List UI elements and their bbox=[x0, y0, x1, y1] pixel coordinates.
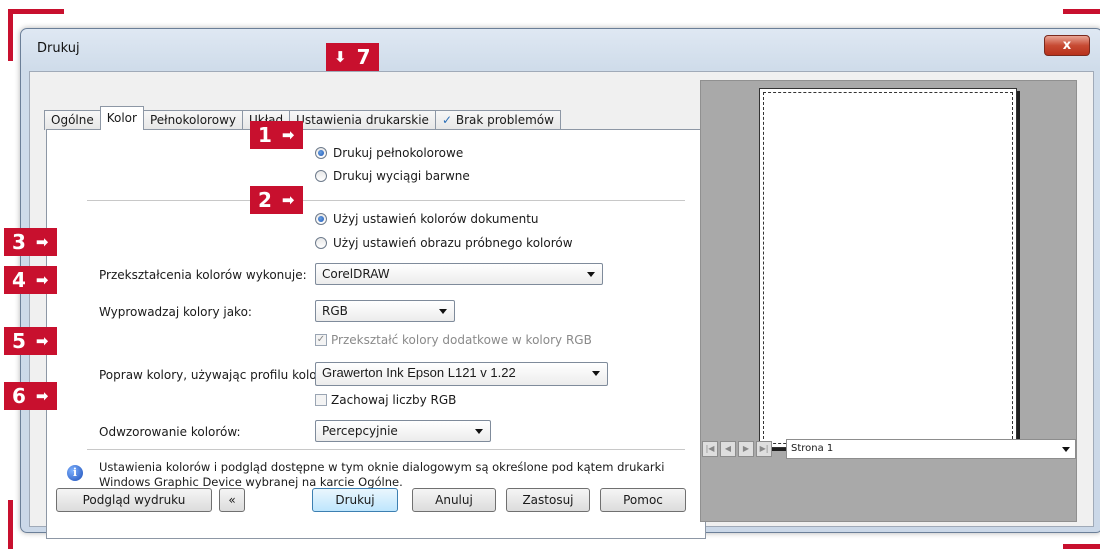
info-text-line1: Ustawienia kolorów i podgląd dostępne w … bbox=[99, 460, 665, 474]
close-button[interactable]: x bbox=[1044, 35, 1090, 56]
print-dialog: Drukuj x Ogólne Kolor Pełnokolorowy Ukła… bbox=[20, 28, 1100, 539]
arrow-right-icon: ➡ bbox=[35, 387, 49, 405]
tab-issues[interactable]: ✓ Brak problemów bbox=[434, 110, 561, 130]
preview-nav-bar: |◀ ◀ ▶ ▶| Strona 1 bbox=[700, 438, 1077, 460]
conversion-value: CorelDRAW bbox=[322, 267, 390, 281]
badge-number: 3 bbox=[12, 230, 26, 254]
conversion-dropdown[interactable]: CorelDRAW bbox=[315, 263, 603, 285]
arrow-right-icon: ➡ bbox=[281, 191, 295, 209]
radio-print-composite[interactable]: Drukuj pełnokolorowe bbox=[315, 146, 463, 160]
color-settings-panel: Drukuj pełnokolorowe Drukuj wyciągi barw… bbox=[46, 129, 706, 539]
checkbox-label: Przekształć kolory dodatkowe w kolory RG… bbox=[331, 333, 592, 347]
convert-spot-checkbox[interactable]: ✓ Przekształć kolory dodatkowe w kolory … bbox=[315, 333, 592, 347]
chevron-down-icon bbox=[592, 371, 600, 376]
apply-button[interactable]: Zastosuj bbox=[506, 488, 590, 512]
checkbox-checked-icon: ✓ bbox=[315, 334, 327, 346]
tab-color[interactable]: Kolor bbox=[99, 106, 144, 130]
chevron-down-icon bbox=[1062, 447, 1070, 452]
print-button[interactable]: Drukuj bbox=[312, 488, 398, 512]
section-divider bbox=[87, 449, 685, 450]
radio-label: Użyj ustawień obrazu próbnego kolorów bbox=[333, 236, 573, 250]
radio-indicator bbox=[315, 170, 327, 182]
arrow-right-icon: ➡ bbox=[35, 233, 49, 251]
output-colors-label: Wyprowadzaj kolory jako: bbox=[99, 305, 252, 319]
tab-issues-label: Brak problemów bbox=[455, 113, 554, 127]
corner-mark-bl bbox=[8, 500, 13, 549]
arrow-right-icon: ➡ bbox=[281, 126, 295, 144]
radio-print-separations[interactable]: Drukuj wyciągi barwne bbox=[315, 169, 470, 183]
info-text-line2: Windows Graphic Device wybranej na karci… bbox=[99, 475, 403, 489]
section-divider bbox=[87, 200, 685, 201]
corner-mark-tl bbox=[8, 9, 64, 14]
arrow-down-icon: ⬇ bbox=[334, 48, 347, 66]
radio-label: Użyj ustawień kolorów dokumentu bbox=[333, 212, 539, 226]
printable-area-outline bbox=[763, 92, 1013, 444]
chevron-down-icon bbox=[439, 309, 447, 314]
page-selector[interactable]: Strona 1 bbox=[786, 439, 1076, 459]
keep-rgb-checkbox[interactable]: Zachowaj liczby RGB bbox=[315, 393, 456, 407]
output-colors-value: RGB bbox=[322, 304, 348, 318]
first-page-icon[interactable]: |◀ bbox=[702, 441, 718, 457]
badge-number: 5 bbox=[12, 329, 26, 353]
badge-number: 4 bbox=[12, 268, 26, 292]
last-page-icon[interactable]: ▶| bbox=[756, 441, 772, 457]
annotation-badge-3: 3 ➡ bbox=[4, 228, 57, 256]
arrow-right-icon: ➡ bbox=[35, 332, 49, 350]
annotation-badge-6: 6 ➡ bbox=[4, 382, 57, 410]
print-preview-button[interactable]: Podgląd wydruku bbox=[56, 488, 212, 512]
radio-indicator bbox=[315, 147, 327, 159]
cancel-button[interactable]: Anuluj bbox=[412, 488, 496, 512]
output-colors-dropdown[interactable]: RGB bbox=[315, 300, 455, 322]
preview-page bbox=[759, 88, 1017, 448]
corner-mark-br bbox=[1063, 544, 1100, 549]
radio-label: Drukuj pełnokolorowe bbox=[333, 146, 464, 160]
badge-number: 1 bbox=[258, 123, 272, 147]
tab-general[interactable]: Ogólne bbox=[44, 110, 101, 130]
next-page-icon[interactable]: ▶ bbox=[738, 441, 754, 457]
corner-mark-tl bbox=[8, 9, 13, 61]
radio-proof-colors[interactable]: Użyj ustawień obrazu próbnego kolorów bbox=[315, 236, 573, 250]
checkbox-empty-icon bbox=[315, 394, 327, 406]
dialog-client-area: Ogólne Kolor Pełnokolorowy Układ Ustawie… bbox=[29, 71, 1094, 539]
tab-composite[interactable]: Pełnokolorowy bbox=[142, 110, 243, 130]
annotation-badge-4: 4 ➡ bbox=[4, 266, 57, 294]
profile-label: Popraw kolory, używając profilu kolorów: bbox=[99, 368, 342, 382]
page-selector-value: Strona 1 bbox=[791, 443, 834, 454]
check-issues-icon: ✓ bbox=[441, 113, 453, 127]
dialog-title: Drukuj bbox=[37, 41, 80, 56]
prev-page-icon[interactable]: ◀ bbox=[720, 441, 736, 457]
radio-indicator bbox=[315, 213, 327, 225]
arrow-right-icon: ➡ bbox=[35, 271, 49, 289]
collapse-preview-button[interactable]: « bbox=[219, 488, 245, 512]
chevron-down-icon bbox=[587, 272, 595, 277]
annotation-badge-5: 5 ➡ bbox=[4, 327, 57, 355]
radio-indicator bbox=[315, 237, 327, 249]
rendering-intent-dropdown[interactable]: Percepcyjnie bbox=[315, 420, 491, 442]
chevron-down-icon bbox=[475, 429, 483, 434]
info-icon: i bbox=[67, 465, 83, 481]
badge-number: 6 bbox=[12, 384, 26, 408]
annotation-badge-1: 1 ➡ bbox=[250, 121, 303, 149]
help-button[interactable]: Pomoc bbox=[600, 488, 686, 512]
profile-dropdown[interactable]: Grawerton Ink Epson L121 v 1.22 bbox=[315, 362, 608, 386]
radio-document-colors[interactable]: Użyj ustawień kolorów dokumentu bbox=[315, 212, 539, 226]
badge-number: 2 bbox=[258, 188, 272, 212]
badge-number: 7 bbox=[356, 45, 371, 69]
tab-prepress[interactable]: Ustawienia drukarskie bbox=[289, 110, 436, 130]
radio-label: Drukuj wyciągi barwne bbox=[333, 169, 470, 183]
checkbox-label: Zachowaj liczby RGB bbox=[331, 393, 457, 407]
rendering-intent-value: Percepcyjnie bbox=[322, 424, 398, 438]
conversion-label: Przekształcenia kolorów wykonuje: bbox=[99, 268, 307, 282]
annotation-badge-2: 2 ➡ bbox=[250, 186, 303, 214]
annotation-badge-7: ⬇ 7 bbox=[326, 43, 379, 71]
rendering-intent-label: Odwzorowanie kolorów: bbox=[99, 425, 241, 439]
profile-value: Grawerton Ink Epson L121 v 1.22 bbox=[322, 365, 516, 380]
corner-mark-tr bbox=[1063, 9, 1100, 14]
